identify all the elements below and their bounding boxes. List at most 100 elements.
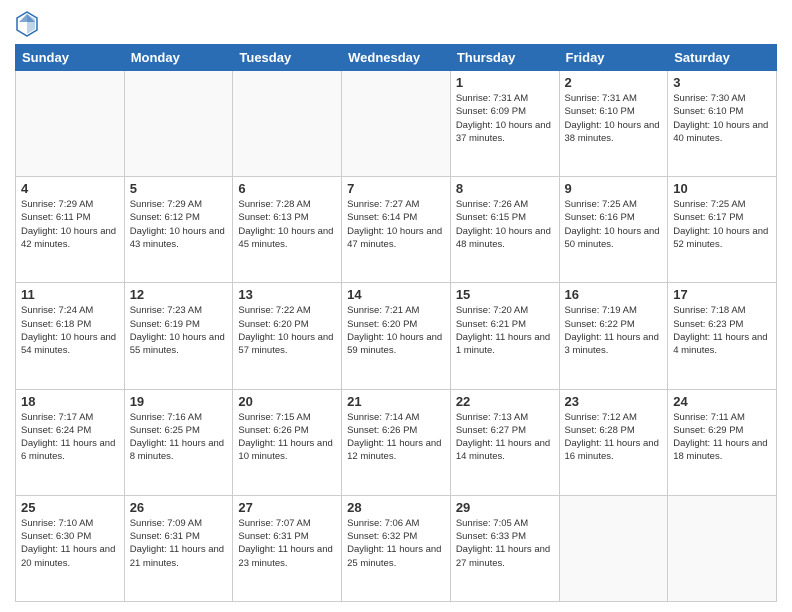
calendar-cell: 13 Sunrise: 7:22 AM Sunset: 6:20 PM Dayli… — [233, 283, 342, 389]
calendar-cell: 9Sunrise: 7:25 AM Sunset: 6:16 PM Daylig… — [559, 177, 668, 283]
day-info: Sunrise: 7:31 AM Sunset: 6:09 PM Dayligh… — [456, 92, 554, 145]
day-header-saturday: Saturday — [668, 45, 777, 71]
calendar-cell: 26 Sunrise: 7:09 AM Sunset: 6:31 PM Dayli… — [124, 495, 233, 601]
day-number: 28 — [347, 500, 445, 515]
day-number: 2 — [565, 75, 663, 90]
calendar-cell: 11 Sunrise: 7:24 AM Sunset: 6:18 PM Dayli… — [16, 283, 125, 389]
day-info: Sunrise: 7:15 AM Sunset: 6:26 PM Dayligh… — [238, 411, 336, 464]
day-header-tuesday: Tuesday — [233, 45, 342, 71]
calendar-cell: 4 Sunrise: 7:29 AM Sunset: 6:11 PM Daylig… — [16, 177, 125, 283]
logo-icon — [15, 10, 39, 38]
day-number: 9 — [565, 181, 663, 196]
day-number: 22 — [456, 394, 554, 409]
day-info: Sunrise: 7:29 AM Sunset: 6:12 PM Dayligh… — [130, 198, 228, 251]
day-info: Sunrise: 7:09 AM Sunset: 6:31 PM Dayligh… — [130, 517, 228, 570]
day-info: Sunrise: 7:17 AM Sunset: 6:24 PM Dayligh… — [21, 411, 119, 464]
week-row-5: 25 Sunrise: 7:10 AM Sunset: 6:30 PM Dayli… — [16, 495, 777, 601]
calendar-cell: 6 Sunrise: 7:28 AM Sunset: 6:13 PM Daylig… — [233, 177, 342, 283]
day-number: 3 — [673, 75, 771, 90]
week-row-2: 4 Sunrise: 7:29 AM Sunset: 6:11 PM Daylig… — [16, 177, 777, 283]
day-number: 15 — [456, 287, 554, 302]
day-number: 1 — [456, 75, 554, 90]
logo — [15, 10, 43, 38]
day-number: 16 — [565, 287, 663, 302]
calendar-cell: 14Sunrise: 7:21 AM Sunset: 6:20 PM Dayli… — [342, 283, 451, 389]
page: SundayMondayTuesdayWednesdayThursdayFrid… — [0, 0, 792, 612]
calendar-cell: 1 Sunrise: 7:31 AM Sunset: 6:09 PM Daylig… — [450, 71, 559, 177]
day-info: Sunrise: 7:23 AM Sunset: 6:19 PM Dayligh… — [130, 304, 228, 357]
day-info: Sunrise: 7:12 AM Sunset: 6:28 PM Dayligh… — [565, 411, 663, 464]
day-info: Sunrise: 7:20 AM Sunset: 6:21 PM Dayligh… — [456, 304, 554, 357]
header-row: SundayMondayTuesdayWednesdayThursdayFrid… — [16, 45, 777, 71]
day-info: Sunrise: 7:26 AM Sunset: 6:15 PM Dayligh… — [456, 198, 554, 251]
day-number: 6 — [238, 181, 336, 196]
calendar-cell — [16, 71, 125, 177]
calendar-cell: 7 Sunrise: 7:27 AM Sunset: 6:14 PM Daylig… — [342, 177, 451, 283]
calendar-cell — [342, 71, 451, 177]
day-number: 5 — [130, 181, 228, 196]
day-info: Sunrise: 7:18 AM Sunset: 6:23 PM Dayligh… — [673, 304, 771, 357]
day-info: Sunrise: 7:31 AM Sunset: 6:10 PM Dayligh… — [565, 92, 663, 145]
day-info: Sunrise: 7:13 AM Sunset: 6:27 PM Dayligh… — [456, 411, 554, 464]
calendar-cell — [559, 495, 668, 601]
calendar-cell: 20Sunrise: 7:15 AM Sunset: 6:26 PM Dayli… — [233, 389, 342, 495]
day-header-monday: Monday — [124, 45, 233, 71]
week-row-3: 11 Sunrise: 7:24 AM Sunset: 6:18 PM Dayli… — [16, 283, 777, 389]
calendar-cell: 23 Sunrise: 7:12 AM Sunset: 6:28 PM Dayli… — [559, 389, 668, 495]
calendar-cell — [668, 495, 777, 601]
day-info: Sunrise: 7:29 AM Sunset: 6:11 PM Dayligh… — [21, 198, 119, 251]
calendar-cell — [233, 71, 342, 177]
day-number: 21 — [347, 394, 445, 409]
day-info: Sunrise: 7:27 AM Sunset: 6:14 PM Dayligh… — [347, 198, 445, 251]
day-number: 19 — [130, 394, 228, 409]
day-number: 10 — [673, 181, 771, 196]
calendar-cell: 29 Sunrise: 7:05 AM Sunset: 6:33 PM Dayli… — [450, 495, 559, 601]
day-number: 25 — [21, 500, 119, 515]
calendar-cell: 27 Sunrise: 7:07 AM Sunset: 6:31 PM Dayli… — [233, 495, 342, 601]
calendar-cell: 15 Sunrise: 7:20 AM Sunset: 6:21 PM Dayli… — [450, 283, 559, 389]
day-info: Sunrise: 7:07 AM Sunset: 6:31 PM Dayligh… — [238, 517, 336, 570]
day-info: Sunrise: 7:21 AM Sunset: 6:20 PM Dayligh… — [347, 304, 445, 357]
calendar-cell: 2 Sunrise: 7:31 AM Sunset: 6:10 PM Daylig… — [559, 71, 668, 177]
calendar-cell: 25 Sunrise: 7:10 AM Sunset: 6:30 PM Dayli… — [16, 495, 125, 601]
day-header-sunday: Sunday — [16, 45, 125, 71]
day-number: 11 — [21, 287, 119, 302]
calendar-cell: 18Sunrise: 7:17 AM Sunset: 6:24 PM Dayli… — [16, 389, 125, 495]
day-number: 13 — [238, 287, 336, 302]
calendar-cell: 17 Sunrise: 7:18 AM Sunset: 6:23 PM Dayli… — [668, 283, 777, 389]
day-number: 8 — [456, 181, 554, 196]
calendar-cell: 19Sunrise: 7:16 AM Sunset: 6:25 PM Dayli… — [124, 389, 233, 495]
day-header-thursday: Thursday — [450, 45, 559, 71]
day-number: 29 — [456, 500, 554, 515]
day-header-wednesday: Wednesday — [342, 45, 451, 71]
calendar-table: SundayMondayTuesdayWednesdayThursdayFrid… — [15, 44, 777, 602]
calendar-cell: 8 Sunrise: 7:26 AM Sunset: 6:15 PM Daylig… — [450, 177, 559, 283]
week-row-1: 1 Sunrise: 7:31 AM Sunset: 6:09 PM Daylig… — [16, 71, 777, 177]
calendar-cell: 3Sunrise: 7:30 AM Sunset: 6:10 PM Daylig… — [668, 71, 777, 177]
day-info: Sunrise: 7:28 AM Sunset: 6:13 PM Dayligh… — [238, 198, 336, 251]
day-info: Sunrise: 7:14 AM Sunset: 6:26 PM Dayligh… — [347, 411, 445, 464]
day-number: 4 — [21, 181, 119, 196]
day-number: 7 — [347, 181, 445, 196]
week-row-4: 18Sunrise: 7:17 AM Sunset: 6:24 PM Dayli… — [16, 389, 777, 495]
calendar-cell — [124, 71, 233, 177]
day-info: Sunrise: 7:06 AM Sunset: 6:32 PM Dayligh… — [347, 517, 445, 570]
calendar-cell: 12 Sunrise: 7:23 AM Sunset: 6:19 PM Dayli… — [124, 283, 233, 389]
calendar-cell: 21 Sunrise: 7:14 AM Sunset: 6:26 PM Dayli… — [342, 389, 451, 495]
day-number: 23 — [565, 394, 663, 409]
day-number: 12 — [130, 287, 228, 302]
day-info: Sunrise: 7:05 AM Sunset: 6:33 PM Dayligh… — [456, 517, 554, 570]
day-number: 17 — [673, 287, 771, 302]
day-info: Sunrise: 7:10 AM Sunset: 6:30 PM Dayligh… — [21, 517, 119, 570]
day-number: 26 — [130, 500, 228, 515]
day-info: Sunrise: 7:11 AM Sunset: 6:29 PM Dayligh… — [673, 411, 771, 464]
day-info: Sunrise: 7:19 AM Sunset: 6:22 PM Dayligh… — [565, 304, 663, 357]
day-info: Sunrise: 7:24 AM Sunset: 6:18 PM Dayligh… — [21, 304, 119, 357]
header — [15, 10, 777, 38]
day-info: Sunrise: 7:22 AM Sunset: 6:20 PM Dayligh… — [238, 304, 336, 357]
calendar-cell: 24Sunrise: 7:11 AM Sunset: 6:29 PM Dayli… — [668, 389, 777, 495]
day-number: 27 — [238, 500, 336, 515]
day-info: Sunrise: 7:25 AM Sunset: 6:17 PM Dayligh… — [673, 198, 771, 251]
calendar-cell: 5 Sunrise: 7:29 AM Sunset: 6:12 PM Daylig… — [124, 177, 233, 283]
calendar-cell: 10 Sunrise: 7:25 AM Sunset: 6:17 PM Dayli… — [668, 177, 777, 283]
